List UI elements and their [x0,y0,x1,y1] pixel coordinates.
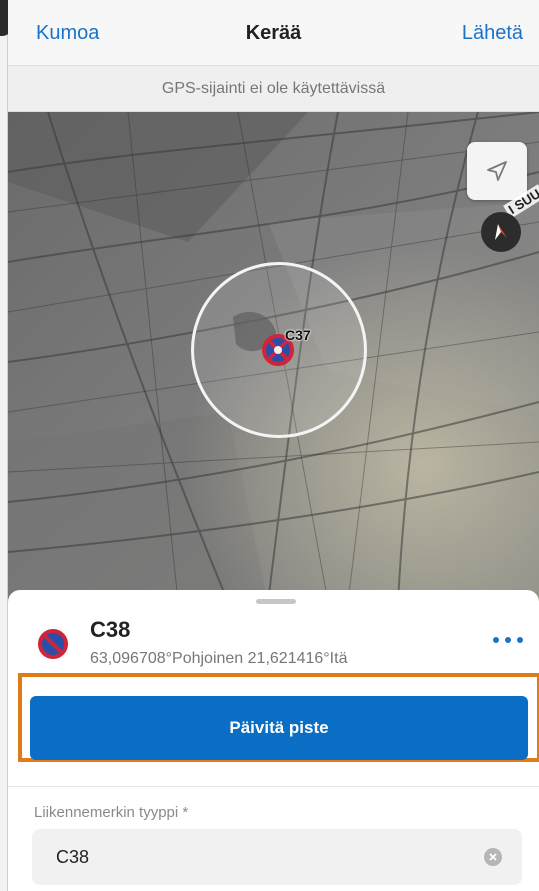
feature-title: C38 [90,617,131,642]
gps-status-banner: GPS-sijainti ei ole käytettävissä [8,66,539,112]
close-icon [489,853,497,861]
page-title: Kerää [245,22,302,44]
more-dot-icon [493,637,499,643]
feature-coordinates: 63,096708°Pohjoinen 21,621416°Itä [90,650,348,667]
submit-button[interactable]: Lähetä [462,22,523,45]
sign-type-input[interactable]: C38 [32,829,522,885]
marker-label: C37 [285,327,311,343]
sign-type-label: Liikennemerkin tyyppi * [34,804,189,821]
update-point-button[interactable]: Päivitä piste [30,696,528,760]
map-view[interactable]: I SUU C37 [8,112,539,602]
no-parking-sign-icon [38,629,68,659]
navigation-bar: Kumoa Kerää Lähetä [8,0,539,66]
background-window-edge [0,0,8,891]
more-dot-icon [505,637,511,643]
feature-sheet: C38 63,096708°Pohjoinen 21,621416°Itä Pä… [8,590,539,891]
location-arrow-icon [487,161,507,181]
compass-button[interactable] [481,212,521,252]
sign-type-value: C38 [56,847,90,867]
clear-icon[interactable] [484,848,502,866]
compass-icon [495,224,507,240]
sheet-grabber[interactable] [256,599,296,604]
more-options-button[interactable] [493,630,523,650]
more-dot-icon [517,637,523,643]
divider [8,786,539,787]
locate-button[interactable] [467,142,527,200]
